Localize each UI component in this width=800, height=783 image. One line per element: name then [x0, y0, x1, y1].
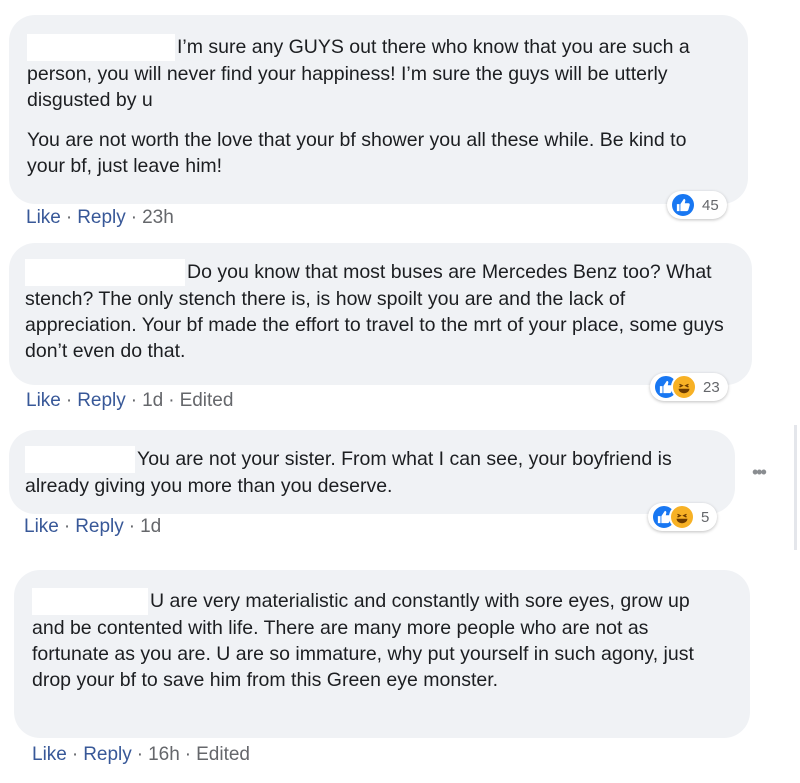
reply-link[interactable]: Reply [77, 207, 126, 228]
comment-text: You are not worth the love that your bf … [27, 129, 687, 177]
reply-link[interactable]: Reply [75, 516, 124, 537]
edited-label: Edited [179, 390, 234, 411]
timestamp[interactable]: 1d [142, 390, 163, 411]
more-options-icon[interactable]: ••• [752, 462, 767, 483]
comment-actions: Like · Reply · 1d [24, 516, 162, 537]
like-link[interactable]: Like [26, 207, 61, 228]
comment-actions: Like · Reply · 16h · Edited [32, 744, 250, 765]
reaction-summary[interactable]: 45 [667, 191, 727, 219]
comment-actions: Like · Reply · 23h [26, 207, 174, 228]
commenter-name-redacted[interactable] [25, 259, 185, 286]
reaction-count: 23 [703, 378, 720, 396]
like-link[interactable]: Like [26, 390, 61, 411]
comment-bubble: I’m sure any GUYS out there who know tha… [9, 15, 748, 204]
comment-bubble: Do you know that most buses are Mercedes… [9, 243, 752, 385]
timestamp[interactable]: 23h [142, 207, 174, 228]
comment-bubble: You are not your sister. From what I can… [9, 430, 735, 514]
edited-label: Edited [196, 744, 250, 765]
scrollbar[interactable] [794, 425, 797, 550]
reaction-summary[interactable]: 23 [650, 373, 728, 401]
like-link[interactable]: Like [24, 516, 59, 537]
comment-bubble: U are very materialistic and constantly … [14, 570, 750, 738]
reaction-count: 45 [702, 196, 719, 214]
comment-actions: Like · Reply · 1d · Edited [26, 390, 234, 411]
reaction-count: 5 [701, 508, 710, 526]
like-reaction-icon [670, 192, 696, 218]
reply-link[interactable]: Reply [77, 390, 126, 411]
commenter-name-redacted[interactable] [25, 446, 135, 473]
reply-link[interactable]: Reply [83, 744, 132, 765]
commenter-name-redacted[interactable] [32, 588, 148, 615]
timestamp[interactable]: 16h [148, 744, 180, 765]
haha-reaction-icon [671, 374, 697, 400]
like-link[interactable]: Like [32, 744, 67, 765]
haha-reaction-icon [669, 504, 695, 530]
timestamp[interactable]: 1d [140, 516, 161, 537]
commenter-name-redacted[interactable] [27, 34, 175, 61]
reaction-summary[interactable]: 5 [648, 503, 718, 531]
